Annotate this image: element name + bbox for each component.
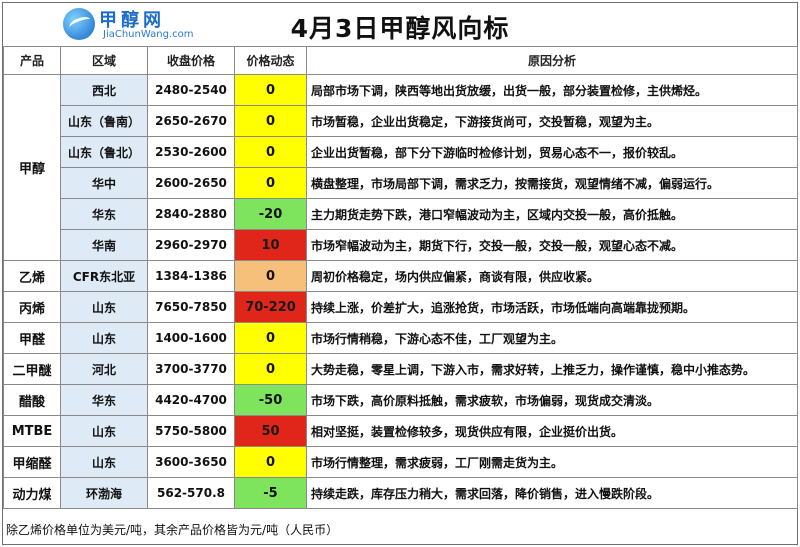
cell-price: 2960-2970 [147,229,235,261]
cell-change: 10 [234,229,307,261]
table-row: 华东 2840-2880 -20 主力期货走势下跌，港口窄幅波动为主，区域内交投一般，… [4,198,798,230]
col-header-change: 价格动态 [234,46,307,75]
cell-price: 2650-2670 [147,105,235,137]
cell-region: 山东 [60,446,148,478]
cell-price: 2530-2600 [147,136,235,168]
cell-region: 华中 [60,167,148,199]
cell-change: -20 [234,198,307,230]
cell-analysis: 市场暂稳，企业出货稳定，下游接货尚可，交投暂稳，观望为主。 [306,105,798,137]
cell-change: 70-220 [234,291,307,323]
cell-product: 甲醇 [3,74,61,261]
cell-product: 动力煤 [3,477,61,509]
col-header-price: 收盘价格 [147,46,235,75]
cell-price: 3600-3650 [147,446,235,478]
table-row: 甲醇 西北 2480-2540 0 局部市场下调，陕西等地出货放缓，出货一般，部分装置检… [3,74,798,261]
cell-change: 0 [234,105,307,137]
cell-analysis: 持续上涨，价差扩大，追涨抢货，市场活跃，市场低端向高端靠拢预期。 [306,291,798,323]
cell-change: 0 [234,136,307,168]
cell-analysis: 主力期货走势下跌，港口窄幅波动为主，区域内交投一般，高价抵触。 [306,198,798,230]
cell-price: 3700-3770 [147,353,235,385]
cell-product: 丙烯 [3,291,61,323]
cell-region: CFR东北亚 [60,260,148,292]
cell-price: 2480-2540 [147,74,235,106]
cell-region: 山东 [60,291,148,323]
cell-analysis: 横盘整理，市场局部下调，需求乏力，按需接货，观望情绪不减，偏弱运行。 [306,167,798,199]
cell-change: 0 [234,260,307,292]
cell-price: 2600-2650 [147,167,235,199]
table-row: 二甲醚 河北 3700-3770 0 大势走稳，零星上调，下游入市，需求好转，上推乏力，… [3,353,798,385]
col-header-product: 产品 [3,46,61,75]
table-row: 乙烯 CFR东北亚 1384-1386 0 周初价格稳定，场内供应偏紧，商谈有限，供应收… [3,260,798,292]
table-row: 华南 2960-2970 10 市场窄幅波动为主，期货下行，交投一般，交投一般，观望心… [4,229,798,261]
cell-price: 4420-4700 [147,384,235,416]
cell-change: 0 [234,446,307,478]
table-row: 山东（鲁北） 2530-2600 0 企业出货暂稳，部下分下游临时检修计划，贸易心态不… [4,136,798,168]
table-row: MTBE 山东 5750-5800 50 相对坚挺，装置检修较多，现货供应有限，企业挺价… [3,415,798,447]
cell-product: 甲缩醛 [3,446,61,478]
table-row: 醋酸 华东 4420-4700 -50 市场下跌，高价原料抵触，需求疲软，市场偏弱，现货… [3,384,798,416]
cell-analysis: 相对坚挺，装置检修较多，现货供应有限，企业挺价出货。 [306,415,798,447]
table-row: 甲醛 山东 1400-1600 0 市场行情稍稳，下游心态不佳，工厂观望为主。 [3,322,798,354]
cell-change: 0 [234,167,307,199]
table-header-row: 产品 区域 收盘价格 价格动态 原因分析 [3,46,798,75]
cell-price: 2840-2880 [147,198,235,230]
cell-analysis: 企业出货暂稳，部下分下游临时检修计划，贸易心态不一，报价较乱。 [306,136,798,168]
cell-change: -50 [234,384,307,416]
cell-change: -5 [234,477,307,509]
cell-product: MTBE [3,415,61,447]
table-row: 山东（鲁南） 2650-2670 0 市场暂稳，企业出货稳定，下游接货尚可，交投暂稳，… [4,105,798,137]
cell-analysis: 持续走跌，库存压力稍大，需求回落，降价销售，进入慢跌阶段。 [306,477,798,509]
cell-analysis: 大势走稳，零星上调，下游入市，需求好转，上推乏力，操作谨慎，稳中小推态势。 [306,353,798,385]
table-row: 丙烯 山东 7650-7850 70-220 持续上涨，价差扩大，追涨抢货，市场活跃，市… [3,291,798,323]
page-title: 4月3日甲醇风向标 [290,14,510,43]
cell-region: 华东 [60,198,148,230]
cell-product: 乙烯 [3,260,61,292]
cell-region: 西北 [60,74,148,106]
cell-analysis: 市场下跌，高价原料抵触，需求疲软，市场偏弱，现货成交清淡。 [306,384,798,416]
cell-region: 山东 [60,322,148,354]
cell-analysis: 局部市场下调，陕西等地出货放缓，出货一般，部分装置检修，主供烯烃。 [306,74,798,106]
cell-product: 甲醛 [3,322,61,354]
footnote: 除乙烯价格单位为美元/吨，其余产品价格皆为元/吨（人民币） [6,523,339,537]
cell-change: 0 [234,322,307,354]
cell-region: 山东 [60,415,148,447]
cell-change: 50 [234,415,307,447]
col-header-region: 区域 [60,46,148,75]
cell-region: 山东（鲁南） [60,105,148,137]
cell-region: 环渤海 [60,477,148,509]
cell-region: 华南 [60,229,148,261]
cell-region: 山东（鲁北） [60,136,148,168]
header: 甲醇网 JiaChunWang.com 4月3日甲醇风向标 [3,3,797,47]
price-table: 产品 区域 收盘价格 价格动态 原因分析 甲醇 西北 2480-2540 0 局部市场下… [3,46,798,509]
cell-price: 7650-7850 [147,291,235,323]
cell-price: 1400-1600 [147,322,235,354]
table-row: 华中 2600-2650 0 横盘整理，市场局部下调，需求乏力，按需接货，观望情绪不减… [4,167,798,199]
cell-region: 华东 [60,384,148,416]
wind-vane-table-frame: 甲醇网 JiaChunWang.com 4月3日甲醇风向标 产品 区域 收盘价格… [2,2,798,545]
cell-analysis: 市场行情整理，需求疲弱，工厂刚需走货为主。 [306,446,798,478]
cell-product: 二甲醚 [3,353,61,385]
cell-analysis: 市场行情稍稳，下游心态不佳，工厂观望为主。 [306,322,798,354]
cell-product: 醋酸 [3,384,61,416]
cell-analysis: 市场窄幅波动为主，期货下行，交投一般，交投一般，观望心态不减。 [306,229,798,261]
col-header-analysis: 原因分析 [306,46,798,75]
cell-price: 562-570.8 [147,477,235,509]
table-row: 动力煤 环渤海 562-570.8 -5 持续走跌，库存压力稍大，需求回落，降价销售，进… [3,477,798,509]
cell-price: 1384-1386 [147,260,235,292]
cell-change: 0 [234,74,307,106]
cell-region: 河北 [60,353,148,385]
table-row: 甲缩醛 山东 3600-3650 0 市场行情整理，需求疲弱，工厂刚需走货为主。 [3,446,798,478]
cell-price: 5750-5800 [147,415,235,447]
cell-analysis: 周初价格稳定，场内供应偏紧，商谈有限，供应收紧。 [306,260,798,292]
cell-change: 0 [234,353,307,385]
